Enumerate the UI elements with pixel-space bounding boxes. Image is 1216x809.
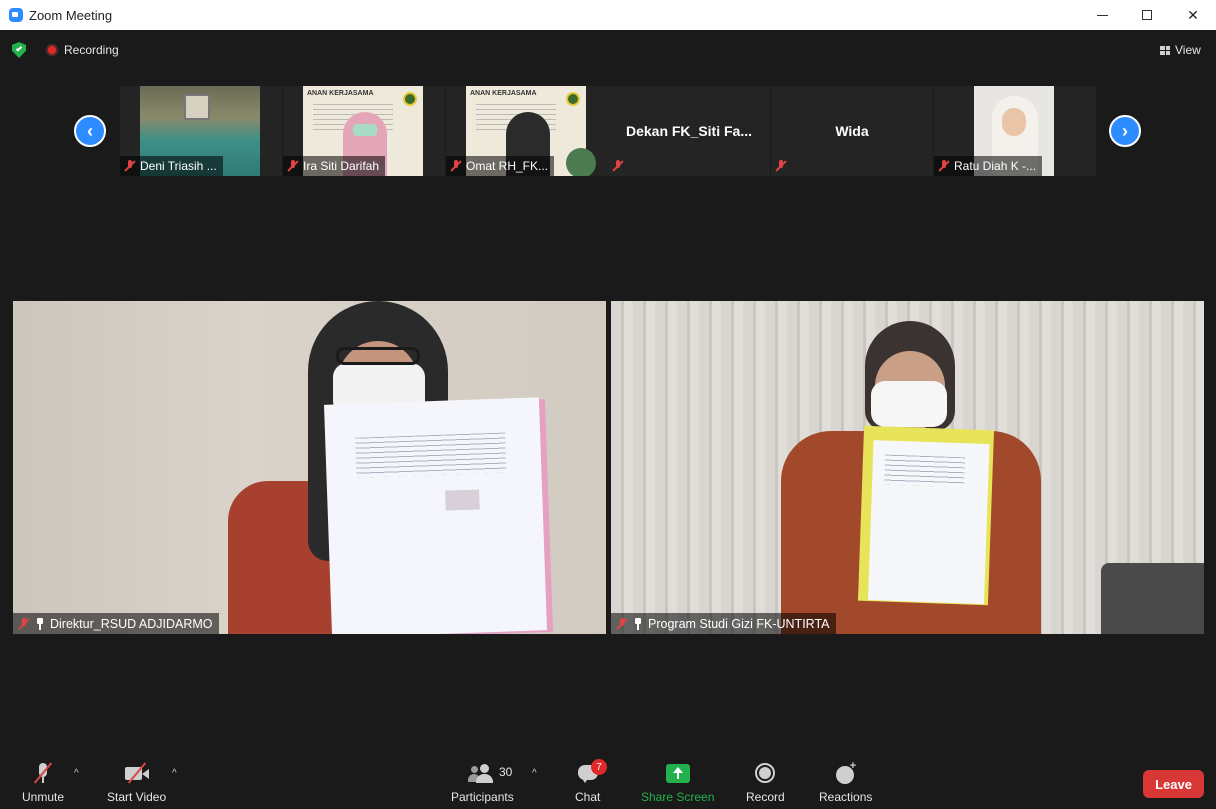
participant-thumbnail[interactable]: Ratu Diah K -... bbox=[934, 86, 1096, 176]
reactions-label: Reactions bbox=[819, 790, 873, 804]
maximize-button[interactable] bbox=[1124, 0, 1170, 30]
document-held bbox=[857, 425, 995, 606]
record-button[interactable]: Record bbox=[746, 761, 785, 804]
recording-dot-icon bbox=[46, 44, 58, 56]
view-label: View bbox=[1175, 43, 1201, 57]
pin-icon bbox=[633, 617, 643, 630]
meeting-topbar: Recording View bbox=[0, 30, 1216, 70]
window-title: Zoom Meeting bbox=[29, 7, 113, 23]
video-participant-name: Program Studi Gizi FK-UNTIRTA bbox=[648, 616, 830, 631]
participant-name-display: Wida bbox=[835, 123, 869, 139]
close-icon: ✕ bbox=[1187, 6, 1199, 23]
participant-thumbnail[interactable]: Deni Triasih ... bbox=[120, 86, 282, 176]
reactions-icon: + bbox=[834, 760, 858, 784]
participant-thumbnail[interactable]: ANAN KERJASAMA Ira Siti Darifah bbox=[283, 86, 445, 176]
leave-button[interactable]: Leave bbox=[1143, 770, 1204, 798]
participant-label: Deni Triasih ... bbox=[120, 156, 223, 176]
chevron-right-icon: › bbox=[1122, 120, 1128, 141]
share-screen-label: Share Screen bbox=[641, 790, 715, 804]
mic-muted-icon bbox=[124, 160, 136, 172]
participants-options-caret-icon[interactable]: ^ bbox=[532, 768, 537, 779]
video-options-caret-icon[interactable]: ^ bbox=[172, 768, 177, 779]
banner-text: ANAN KERJASAMA bbox=[307, 90, 374, 97]
video-label: Program Studi Gizi FK-UNTIRTA bbox=[611, 613, 836, 634]
mic-muted-icon bbox=[450, 160, 462, 172]
prev-page-button[interactable]: ‹ bbox=[74, 115, 106, 147]
share-screen-button[interactable]: Share Screen bbox=[641, 761, 714, 804]
mic-muted-icon bbox=[287, 160, 299, 172]
chair bbox=[1101, 563, 1204, 634]
minimize-icon bbox=[1096, 14, 1108, 16]
recording-label[interactable]: Recording bbox=[64, 43, 119, 57]
participant-name: Ira Siti Darifah bbox=[303, 159, 380, 173]
unmute-button[interactable]: Unmute bbox=[22, 761, 64, 804]
video-off-icon bbox=[123, 761, 151, 785]
participant-name: Ratu Diah K -... bbox=[954, 159, 1037, 173]
unmute-label: Unmute bbox=[22, 790, 65, 804]
participant-label: Omat RH_FK... bbox=[446, 156, 555, 176]
main-video-right[interactable]: Program Studi Gizi FK-UNTIRTA bbox=[611, 301, 1204, 634]
reactions-button[interactable]: + Reactions bbox=[819, 760, 873, 804]
window-titlebar: Zoom Meeting ✕ bbox=[0, 0, 1216, 30]
participant-label: Ira Siti Darifah bbox=[283, 156, 386, 176]
chat-unread-badge: 7 bbox=[591, 759, 607, 775]
document-held bbox=[323, 397, 548, 634]
participants-count: 30 bbox=[499, 765, 513, 779]
record-label: Record bbox=[746, 790, 785, 804]
next-page-button[interactable]: › bbox=[1109, 115, 1141, 147]
zoom-app-icon bbox=[9, 8, 23, 22]
main-video-left[interactable]: Direktur_RSUD ADJIDARMO bbox=[13, 301, 606, 634]
participant-label bbox=[771, 156, 793, 176]
participant-name: Deni Triasih ... bbox=[140, 159, 217, 173]
grid-view-icon bbox=[1160, 45, 1170, 55]
mic-muted-icon bbox=[612, 160, 624, 172]
participants-icon bbox=[468, 762, 496, 784]
participant-thumbnail[interactable]: Wida bbox=[771, 86, 933, 176]
participants-label: Participants bbox=[451, 790, 514, 804]
video-label: Direktur_RSUD ADJIDARMO bbox=[13, 613, 219, 634]
share-screen-icon bbox=[665, 763, 690, 783]
close-button[interactable]: ✕ bbox=[1170, 0, 1216, 30]
audio-options-caret-icon[interactable]: ^ bbox=[74, 768, 79, 779]
mic-muted-icon bbox=[31, 761, 55, 785]
chevron-left-icon: ‹ bbox=[87, 120, 93, 141]
start-video-button[interactable]: Start Video bbox=[107, 761, 166, 804]
participant-name-display: Dekan FK_Siti Fa... bbox=[625, 123, 753, 139]
mic-muted-icon bbox=[775, 160, 787, 172]
record-icon bbox=[755, 763, 776, 783]
mic-muted-icon bbox=[938, 160, 950, 172]
start-video-label: Start Video bbox=[107, 790, 167, 804]
participant-label: Ratu Diah K -... bbox=[934, 156, 1043, 176]
view-button[interactable]: View bbox=[1154, 39, 1206, 61]
participant-thumbnail[interactable]: ANAN KERJASAMA Omat RH_FK... bbox=[446, 86, 608, 176]
mic-muted-icon bbox=[616, 617, 628, 630]
participant-label bbox=[608, 156, 630, 176]
video-participant-name: Direktur_RSUD ADJIDARMO bbox=[50, 616, 213, 631]
mic-muted-icon bbox=[18, 617, 30, 630]
meeting-toolbar: Unmute ^ Start Video ^ Participants 30 ^… bbox=[0, 752, 1216, 809]
maximize-icon bbox=[1142, 10, 1152, 20]
participant-thumbnail[interactable]: Dekan FK_Siti Fa... bbox=[608, 86, 770, 176]
chat-label: Chat bbox=[575, 790, 601, 804]
participant-name: Omat RH_FK... bbox=[466, 159, 549, 173]
banner-text: ANAN KERJASAMA bbox=[470, 90, 537, 97]
minimize-button[interactable] bbox=[1079, 0, 1125, 30]
pin-icon bbox=[35, 617, 45, 630]
